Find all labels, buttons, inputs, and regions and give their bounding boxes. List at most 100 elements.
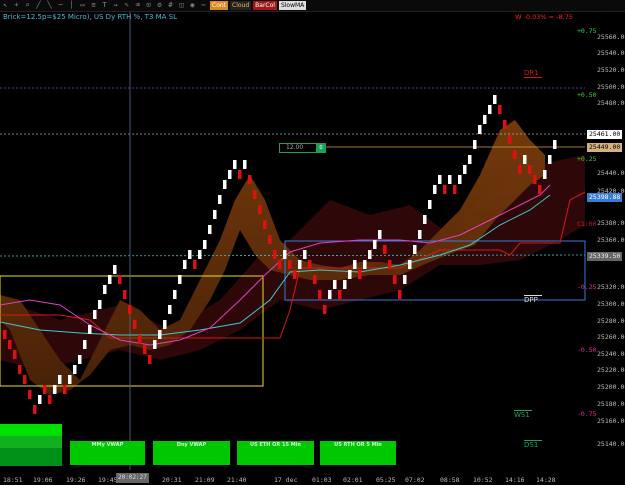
renko-down-brick xyxy=(18,365,22,374)
renko-up-brick xyxy=(233,160,237,169)
level-ws1: WS1 xyxy=(514,410,532,419)
draw-line-icon[interactable]: ╱ xyxy=(34,1,43,10)
ray-icon[interactable]: ╲ xyxy=(45,1,54,10)
renko-up-brick xyxy=(208,225,212,234)
layers-icon[interactable]: ◫ xyxy=(177,1,186,10)
vertical-line-icon[interactable]: │ xyxy=(67,1,76,10)
cloud-toggle[interactable]: Cloud xyxy=(230,1,252,10)
time-tick-label: 02:01 xyxy=(343,476,363,484)
rectangle-icon[interactable]: ▭ xyxy=(78,1,87,10)
price-tick-label: 25240.00 xyxy=(597,350,625,358)
renko-down-brick xyxy=(33,405,37,414)
grid-icon[interactable]: # xyxy=(166,1,175,10)
zoom-icon[interactable]: ⌕ xyxy=(23,1,32,10)
renko-up-brick xyxy=(73,365,77,374)
price-tick-label: 25520.00 xyxy=(597,66,625,74)
renko-down-brick xyxy=(293,270,297,279)
renko-up-brick xyxy=(478,125,482,134)
renko-down-brick xyxy=(23,375,27,384)
renko-down-brick xyxy=(383,245,387,254)
renko-down-brick xyxy=(128,305,132,314)
session-block xyxy=(0,424,62,466)
price-tick-label: 25500.00 xyxy=(597,83,625,91)
renko-down-brick xyxy=(338,290,342,299)
brick-info-badge[interactable]: 0 xyxy=(316,143,326,153)
time-tick-label: 20:31 xyxy=(162,476,182,484)
time-tick-label: 19:26 xyxy=(66,476,86,484)
renko-down-brick xyxy=(313,275,317,284)
renko-up-brick xyxy=(353,260,357,269)
renko-up-brick xyxy=(348,270,352,279)
renko-up-brick xyxy=(468,155,472,164)
renko-up-brick xyxy=(548,155,552,164)
price-tick-label: 25180.00 xyxy=(597,400,625,408)
price-tick-label: 25380.00 xyxy=(597,219,625,227)
text-icon[interactable]: T xyxy=(100,1,109,10)
barcol-toggle[interactable]: BarCol xyxy=(253,1,277,10)
renko-down-brick xyxy=(503,120,507,129)
horizontal-line-icon[interactable]: ─ xyxy=(56,1,65,10)
renko-down-brick xyxy=(513,150,517,159)
price-tick-label: 25140.00 xyxy=(597,440,625,448)
renko-up-brick xyxy=(98,300,102,309)
renko-down-brick xyxy=(248,175,252,184)
level-price-box: 25449.00 xyxy=(587,143,623,152)
price-tick-label: 25220.00 xyxy=(597,366,625,374)
fib-icon[interactable]: ≡ xyxy=(89,1,98,10)
renko-up-brick xyxy=(243,160,247,169)
time-tick-label: 18:51 xyxy=(3,476,23,484)
renko-down-brick xyxy=(138,335,142,344)
renko-up-brick xyxy=(343,280,347,289)
renko-up-brick xyxy=(403,275,407,284)
renko-up-brick xyxy=(543,170,547,179)
renko-down-brick xyxy=(398,290,402,299)
level-ds1: DS1 xyxy=(524,440,542,449)
chart-title: Brick=12.5p=$25 Micro), US Dy RTH %, T3 … xyxy=(3,13,178,21)
time-tick-label: 17 dec xyxy=(274,476,298,484)
time-tick-label: 08:58 xyxy=(440,476,460,484)
time-tick-label: 19:45 xyxy=(98,476,118,484)
price-tick-label: 25280.00 xyxy=(597,317,625,325)
crosshair-icon[interactable]: + xyxy=(12,1,21,10)
level-dpp: DPP xyxy=(524,295,542,304)
slowma-toggle[interactable]: SlowMA xyxy=(278,1,307,10)
more-icon[interactable]: ⋯ xyxy=(199,1,208,10)
renko-up-brick xyxy=(158,330,162,339)
time-tick-label: 21:09 xyxy=(195,476,215,484)
renko-up-brick xyxy=(368,250,372,259)
renko-up-brick xyxy=(458,175,462,184)
renko-down-brick xyxy=(28,390,32,399)
pnl-readout: W -0.03% = -8.75 xyxy=(515,13,573,21)
camera-icon[interactable]: ◉ xyxy=(188,1,197,10)
renko-up-brick xyxy=(203,240,207,249)
level-dr1: DR1 xyxy=(524,69,542,78)
renko-up-brick xyxy=(93,310,97,319)
arrow-icon[interactable]: → xyxy=(111,1,120,10)
renko-up-brick xyxy=(333,280,337,289)
time-tick-label: 14:28 xyxy=(536,476,556,484)
lock-icon[interactable]: ⊡ xyxy=(144,1,153,10)
renko-up-brick xyxy=(523,155,527,164)
pct-label: -0.25 xyxy=(577,283,597,291)
time-tick-label: 14:16 xyxy=(505,476,525,484)
renko-up-brick xyxy=(463,165,467,174)
renko-down-brick xyxy=(43,385,47,394)
renko-down-brick xyxy=(308,260,312,269)
settings-icon[interactable]: ⚙ xyxy=(155,1,164,10)
time-tick-label: 01:03 xyxy=(312,476,332,484)
renko-up-brick xyxy=(303,250,307,259)
renko-up-brick xyxy=(103,285,107,294)
renko-down-brick xyxy=(3,330,7,339)
cursor-icon[interactable]: ↖ xyxy=(1,1,10,10)
current-price-box: 25461.00 xyxy=(587,130,623,139)
vwap-box-mmy: MMy VWAP xyxy=(70,441,145,465)
renko-down-brick xyxy=(273,250,277,259)
renko-down-brick xyxy=(318,290,322,299)
price-tick-label: 25560.00 xyxy=(597,33,625,41)
pencil-icon[interactable]: ✎ xyxy=(122,1,131,10)
renko-down-brick xyxy=(8,340,12,349)
eraser-icon[interactable]: ⌫ xyxy=(133,1,142,10)
time-tick-label: 07:02 xyxy=(405,476,425,484)
renko-down-brick xyxy=(238,170,242,179)
cont-toggle[interactable]: Cont xyxy=(210,1,229,10)
